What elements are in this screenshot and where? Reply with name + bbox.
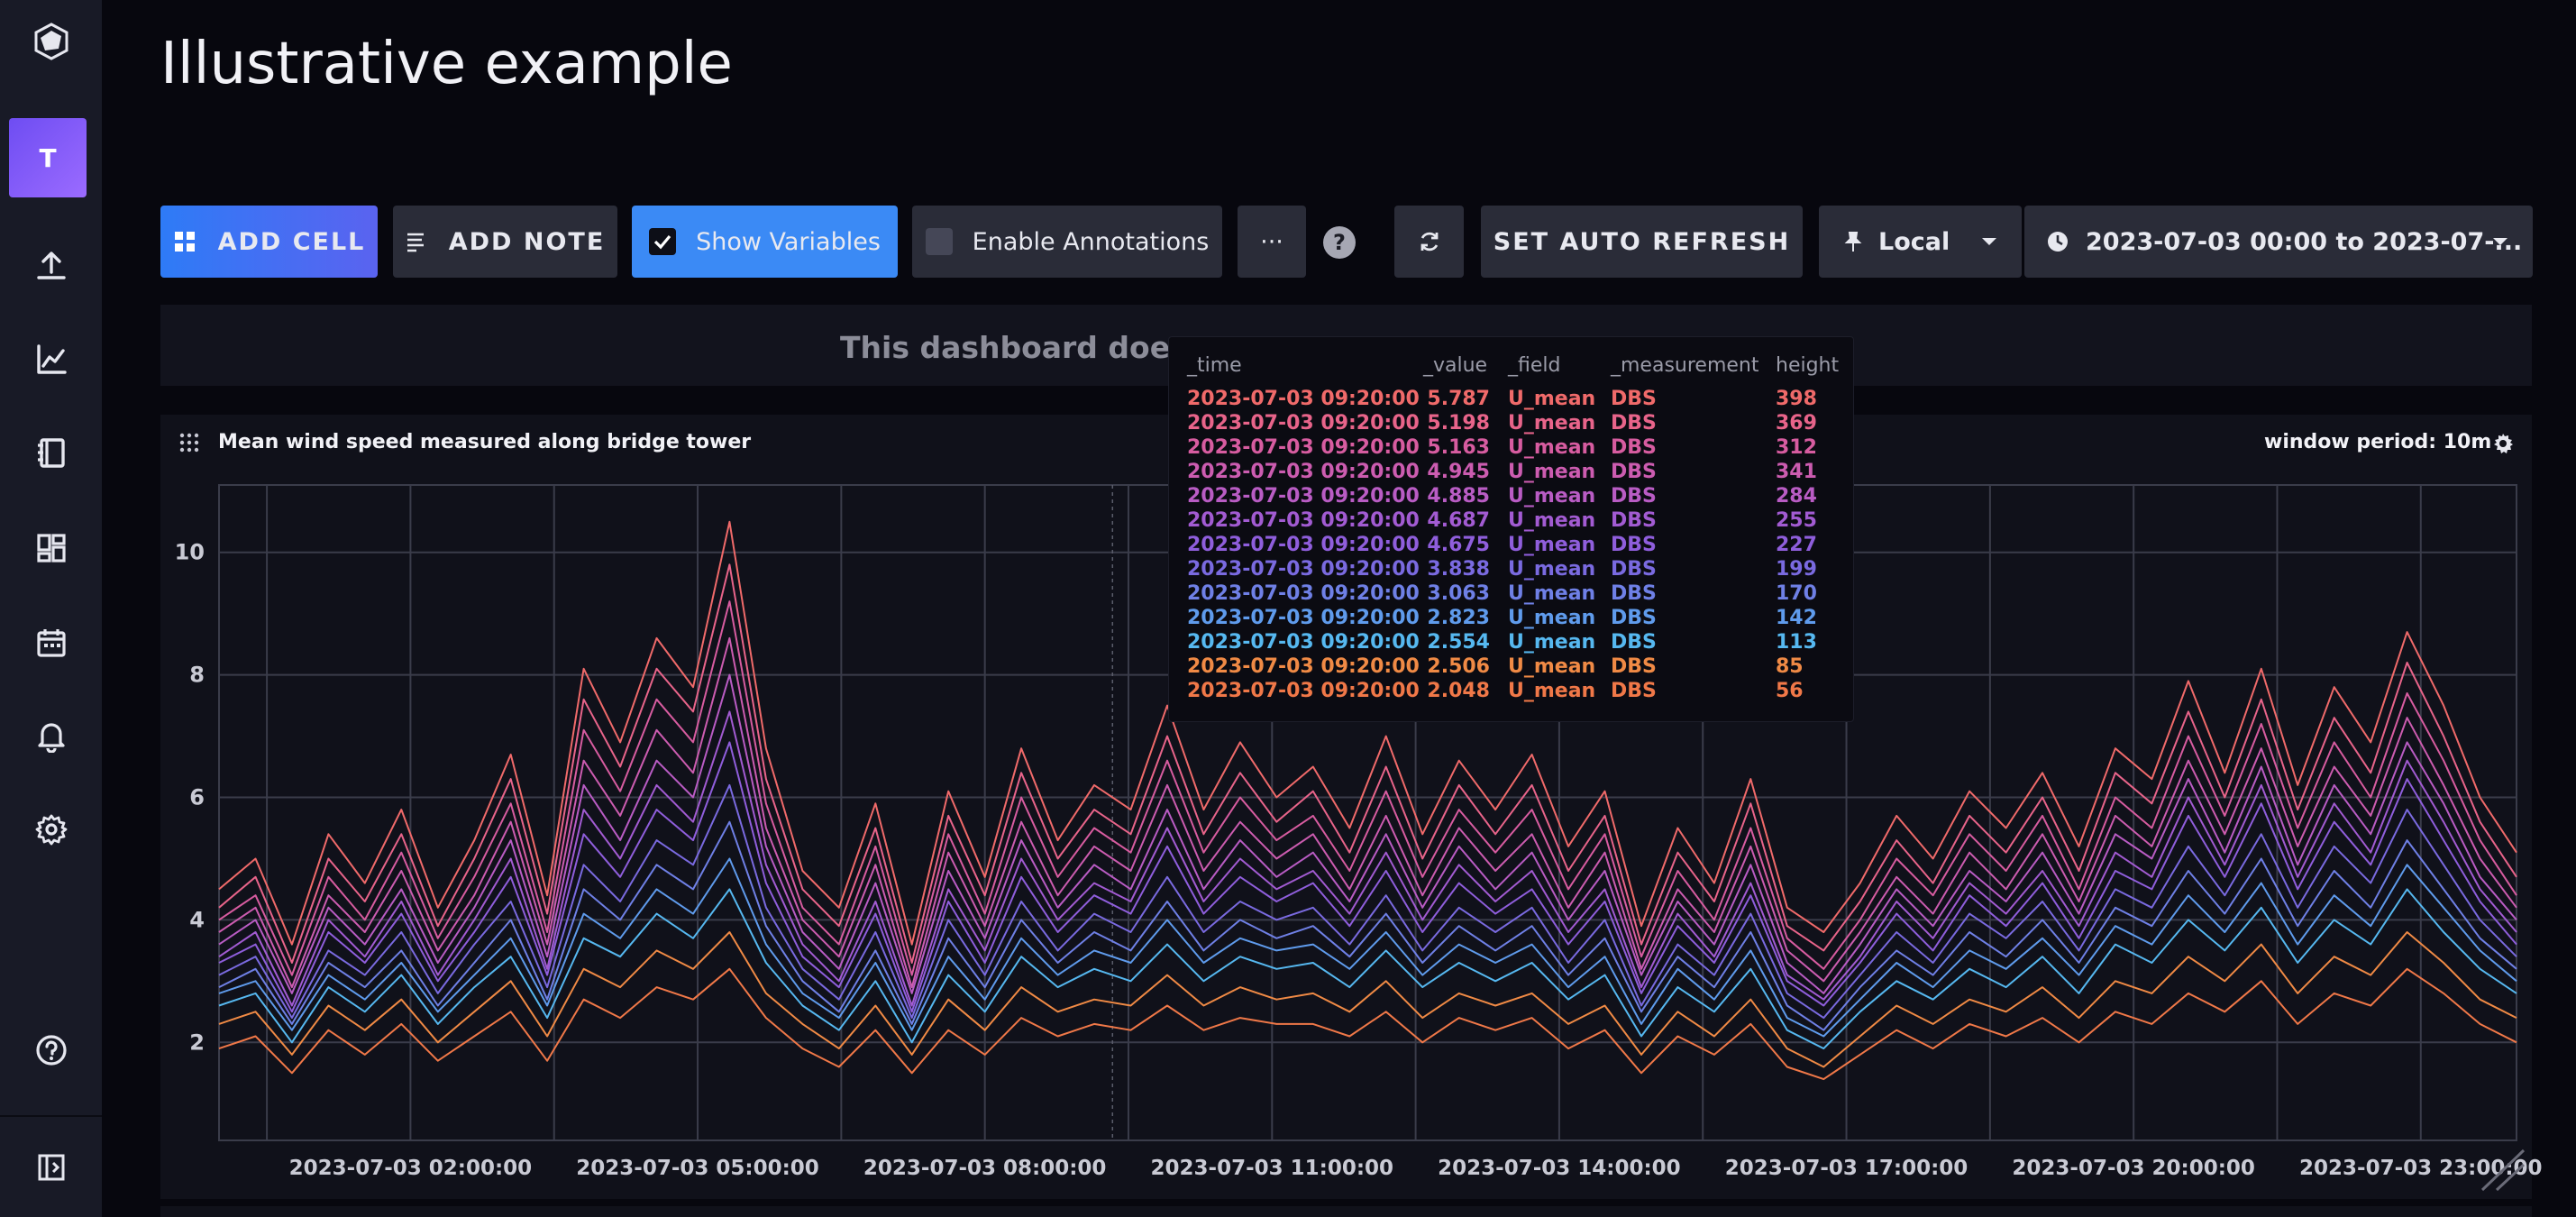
tooltip-cell-height: 312 bbox=[1776, 436, 1817, 459]
tooltip-cell-time: 2023-07-03 09:20:00 bbox=[1187, 655, 1420, 678]
tooltip-cell-field: U_mean bbox=[1508, 680, 1596, 702]
tooltip-row: 2023-07-03 09:20:00 2.823 U_mean DBS 142 bbox=[1169, 607, 1853, 631]
tooltip-cell-value: 2.554 bbox=[1427, 631, 1490, 654]
x-tick-label: 2023-07-03 14:00:00 bbox=[1438, 1157, 1681, 1180]
tooltip-cell-height: 142 bbox=[1776, 607, 1817, 629]
tooltip-row: 2023-07-03 09:20:00 5.163 U_mean DBS 312 bbox=[1169, 436, 1853, 461]
tooltip-cell-field: U_mean bbox=[1508, 509, 1596, 532]
tooltip-cell-value: 4.945 bbox=[1427, 461, 1490, 483]
tooltip-cell-height: 85 bbox=[1776, 655, 1804, 678]
tooltip-cell-measurement: DBS bbox=[1611, 461, 1657, 483]
tooltip-cell-height: 227 bbox=[1776, 534, 1817, 556]
tooltip-row: 2023-07-03 09:20:00 4.945 U_mean DBS 341 bbox=[1169, 461, 1853, 485]
y-tick-label: 6 bbox=[189, 785, 205, 810]
tooltip-cell-value: 2.823 bbox=[1427, 607, 1490, 629]
tooltip-cell-measurement: DBS bbox=[1611, 631, 1657, 654]
tooltip-cell-time: 2023-07-03 09:20:00 bbox=[1187, 436, 1420, 459]
tooltip-cell-field: U_mean bbox=[1508, 655, 1596, 678]
y-tick-label: 10 bbox=[175, 540, 205, 565]
tooltip-cell-time: 2023-07-03 09:20:00 bbox=[1187, 680, 1420, 702]
x-tick-label: 2023-07-03 20:00:00 bbox=[2012, 1157, 2255, 1180]
tooltip-cell-height: 199 bbox=[1776, 558, 1817, 581]
tooltip-cell-field: U_mean bbox=[1508, 631, 1596, 654]
tooltip-cell-value: 4.687 bbox=[1427, 509, 1490, 532]
tooltip-cell-measurement: DBS bbox=[1611, 534, 1657, 556]
next-cell-edge bbox=[160, 1206, 2532, 1217]
tooltip-cell-value: 5.163 bbox=[1427, 436, 1490, 459]
tooltip-cell-measurement: DBS bbox=[1611, 655, 1657, 678]
tooltip-row: 2023-07-03 09:20:00 2.554 U_mean DBS 113 bbox=[1169, 631, 1853, 655]
tooltip-header-value: _value bbox=[1423, 354, 1488, 377]
x-tick-label: 2023-07-03 11:00:00 bbox=[1151, 1157, 1394, 1180]
tooltip-cell-field: U_mean bbox=[1508, 388, 1596, 410]
tooltip-cell-field: U_mean bbox=[1508, 582, 1596, 605]
tooltip-cell-value: 2.506 bbox=[1427, 655, 1490, 678]
tooltip-cell-field: U_mean bbox=[1508, 534, 1596, 556]
tooltip-cell-value: 3.063 bbox=[1427, 582, 1490, 605]
tooltip-row: 2023-07-03 09:20:00 2.506 U_mean DBS 85 bbox=[1169, 655, 1853, 680]
hover-tooltip: _time _value _field _measurement height … bbox=[1168, 336, 1854, 722]
tooltip-cell-time: 2023-07-03 09:20:00 bbox=[1187, 582, 1420, 605]
tooltip-cell-field: U_mean bbox=[1508, 436, 1596, 459]
tooltip-row: 2023-07-03 09:20:00 4.885 U_mean DBS 284 bbox=[1169, 485, 1853, 509]
tooltip-cell-height: 398 bbox=[1776, 388, 1817, 410]
x-tick-label: 2023-07-03 17:00:00 bbox=[1725, 1157, 1969, 1180]
tooltip-cell-field: U_mean bbox=[1508, 485, 1596, 508]
tooltip-cell-measurement: DBS bbox=[1611, 485, 1657, 508]
tooltip-row: 2023-07-03 09:20:00 2.048 U_mean DBS 56 bbox=[1169, 680, 1853, 704]
tooltip-cell-height: 170 bbox=[1776, 582, 1817, 605]
x-tick-label: 2023-07-03 02:00:00 bbox=[289, 1157, 533, 1180]
tooltip-cell-value: 4.675 bbox=[1427, 534, 1490, 556]
tooltip-row: 2023-07-03 09:20:00 3.063 U_mean DBS 170 bbox=[1169, 582, 1853, 607]
tooltip-cell-field: U_mean bbox=[1508, 558, 1596, 581]
tooltip-cell-time: 2023-07-03 09:20:00 bbox=[1187, 631, 1420, 654]
tooltip-cell-time: 2023-07-03 09:20:00 bbox=[1187, 534, 1420, 556]
tooltip-cell-height: 284 bbox=[1776, 485, 1817, 508]
y-tick-label: 8 bbox=[189, 663, 205, 688]
tooltip-cell-value: 4.885 bbox=[1427, 485, 1490, 508]
tooltip-cell-time: 2023-07-03 09:20:00 bbox=[1187, 412, 1420, 435]
tooltip-cell-time: 2023-07-03 09:20:00 bbox=[1187, 485, 1420, 508]
tooltip-cell-field: U_mean bbox=[1508, 461, 1596, 483]
tooltip-cell-height: 113 bbox=[1776, 631, 1817, 654]
x-tick-label: 2023-07-03 05:00:00 bbox=[576, 1157, 819, 1180]
tooltip-header-height: height bbox=[1776, 354, 1840, 377]
tooltip-cell-field: U_mean bbox=[1508, 607, 1596, 629]
tooltip-cell-time: 2023-07-03 09:20:00 bbox=[1187, 388, 1420, 410]
tooltip-cell-time: 2023-07-03 09:20:00 bbox=[1187, 558, 1420, 581]
tooltip-cell-time: 2023-07-03 09:20:00 bbox=[1187, 607, 1420, 629]
tooltip-cell-measurement: DBS bbox=[1611, 582, 1657, 605]
tooltip-cell-measurement: DBS bbox=[1611, 412, 1657, 435]
tooltip-cell-measurement: DBS bbox=[1611, 436, 1657, 459]
tooltip-cell-value: 3.838 bbox=[1427, 558, 1490, 581]
tooltip-cell-height: 341 bbox=[1776, 461, 1817, 483]
tooltip-header-time: _time bbox=[1187, 354, 1242, 377]
tooltip-cell-value: 5.198 bbox=[1427, 412, 1490, 435]
tooltip-cell-height: 56 bbox=[1776, 680, 1804, 702]
tooltip-cell-measurement: DBS bbox=[1611, 680, 1657, 702]
tooltip-cell-measurement: DBS bbox=[1611, 509, 1657, 532]
tooltip-cell-height: 255 bbox=[1776, 509, 1817, 532]
tooltip-cell-time: 2023-07-03 09:20:00 bbox=[1187, 509, 1420, 532]
tooltip-cell-measurement: DBS bbox=[1611, 558, 1657, 581]
tooltip-row: 2023-07-03 09:20:00 4.675 U_mean DBS 227 bbox=[1169, 534, 1853, 558]
tooltip-cell-height: 369 bbox=[1776, 412, 1817, 435]
y-tick-label: 4 bbox=[189, 907, 205, 932]
tooltip-row: 2023-07-03 09:20:00 5.787 U_mean DBS 398 bbox=[1169, 388, 1853, 412]
y-tick-label: 2 bbox=[189, 1029, 205, 1055]
tooltip-header-measurement: _measurement bbox=[1611, 354, 1759, 377]
tooltip-cell-field: U_mean bbox=[1508, 412, 1596, 435]
tooltip-cell-measurement: DBS bbox=[1611, 388, 1657, 410]
tooltip-row: 2023-07-03 09:20:00 4.687 U_mean DBS 255 bbox=[1169, 509, 1853, 534]
tooltip-cell-value: 2.048 bbox=[1427, 680, 1490, 702]
series-line-height-56[interactable] bbox=[218, 967, 2517, 1081]
tooltip-cell-time: 2023-07-03 09:20:00 bbox=[1187, 461, 1420, 483]
tooltip-row: 2023-07-03 09:20:00 3.838 U_mean DBS 199 bbox=[1169, 558, 1853, 582]
x-tick-label: 2023-07-03 08:00:00 bbox=[863, 1157, 1107, 1180]
tooltip-cell-value: 5.787 bbox=[1427, 388, 1490, 410]
tooltip-header-field: _field bbox=[1508, 354, 1561, 377]
tooltip-row: 2023-07-03 09:20:00 5.198 U_mean DBS 369 bbox=[1169, 412, 1853, 436]
tooltip-cell-measurement: DBS bbox=[1611, 607, 1657, 629]
